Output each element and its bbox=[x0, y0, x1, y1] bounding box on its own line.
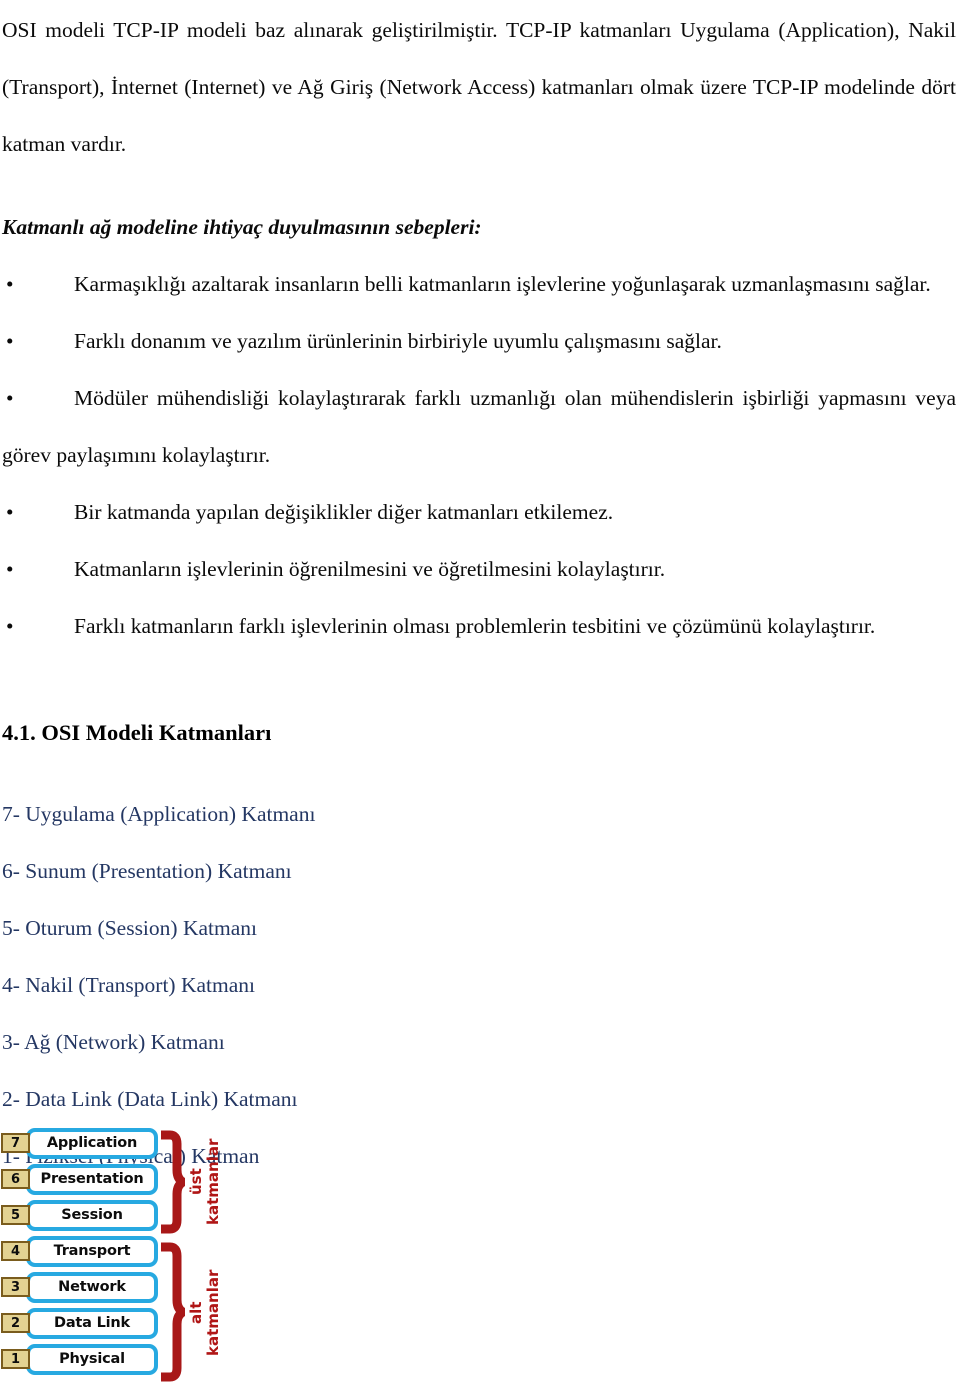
osi-layer-number: 6 bbox=[10, 1171, 21, 1187]
osi-layer-name: Network bbox=[58, 1279, 126, 1296]
osi-layer-bar: Transport bbox=[26, 1236, 158, 1267]
osi-layer-row-6: Presentation 6 bbox=[1, 1164, 158, 1195]
layer-list-item: 4- Nakil (Transport) Katmanı bbox=[2, 973, 255, 997]
list-item-label: Mödüler mühendisliği kolaylaştırarak far… bbox=[2, 386, 956, 467]
reasons-bullet-list: • Karmaşıklığı azaltarak insanların bell… bbox=[2, 256, 956, 655]
osi-layer-text-list: 7- Uygulama (Application) Katmanı 6- Sun… bbox=[2, 753, 956, 1185]
layer-list-item: 3- Ağ (Network) Katmanı bbox=[2, 1030, 225, 1054]
osi-layer-bar: Application bbox=[26, 1128, 158, 1159]
subheading-reasons: Katmanlı ağ modeline ihtiyaç duyulmasını… bbox=[2, 215, 482, 239]
list-item-label: Bir katmanda yapılan değişiklikler diğer… bbox=[74, 500, 614, 524]
osi-layer-number: 3 bbox=[10, 1279, 21, 1295]
layer-list-item: 6- Sunum (Presentation) Katmanı bbox=[2, 859, 292, 883]
bullet-icon: • bbox=[6, 500, 14, 524]
bullet-icon: • bbox=[6, 557, 14, 581]
osi-layer-bar: Physical bbox=[26, 1344, 158, 1375]
osi-layer-bar: Presentation bbox=[26, 1164, 158, 1195]
paragraph-intro: OSI modeli TCP-IP modeli baz alınarak ge… bbox=[2, 18, 956, 156]
osi-layer-number-box: 7 bbox=[1, 1133, 30, 1153]
document-page: OSI modeli TCP-IP modeli baz alınarak ge… bbox=[0, 0, 960, 1387]
list-item: • Bir katmanda yapılan değişiklikler diğ… bbox=[2, 484, 956, 541]
bullet-icon: • bbox=[6, 614, 14, 638]
layer-list-item: 7- Uygulama (Application) Katmanı bbox=[2, 802, 316, 826]
bullet-icon: • bbox=[6, 329, 14, 353]
upper-layers-group-label: üst katmanlar bbox=[187, 1138, 222, 1226]
osi-layer-stack-diagram: Application 7 Presentation 6 Session 5 T… bbox=[0, 1126, 260, 1387]
layer-list-item: 2- Data Link (Data Link) Katmanı bbox=[2, 1087, 298, 1111]
osi-layer-number-box: 3 bbox=[1, 1277, 30, 1297]
list-item: • Mödüler mühendisliği kolaylaştırarak f… bbox=[2, 370, 956, 484]
layer-list-item: 5- Oturum (Session) Katmanı bbox=[2, 916, 257, 940]
osi-layer-number: 1 bbox=[10, 1351, 21, 1367]
osi-layer-number: 2 bbox=[10, 1315, 21, 1331]
osi-layer-name: Physical bbox=[59, 1351, 125, 1368]
list-item-label: Karmaşıklığı azaltarak insanların belli … bbox=[74, 272, 931, 296]
osi-layer-name: Data Link bbox=[54, 1315, 130, 1332]
osi-layer-number-box: 4 bbox=[1, 1241, 30, 1261]
bullet-icon: • bbox=[6, 272, 14, 296]
list-item: • Farklı donanım ve yazılım ürünlerinin … bbox=[2, 313, 956, 370]
osi-layer-number-box: 5 bbox=[1, 1205, 30, 1225]
osi-layer-bar: Data Link bbox=[26, 1308, 158, 1339]
list-item: • Karmaşıklığı azaltarak insanların bell… bbox=[2, 256, 956, 313]
lower-layers-brace-icon bbox=[158, 1242, 185, 1382]
osi-layer-row-7: Application 7 bbox=[1, 1128, 158, 1159]
lower-layers-group-label: alt katmanlar bbox=[187, 1269, 222, 1357]
osi-layer-name: Application bbox=[46, 1135, 138, 1152]
osi-layer-number-box: 6 bbox=[1, 1169, 30, 1189]
list-item: • Farklı katmanların farklı işlevlerinin… bbox=[2, 598, 956, 655]
list-item-label: Farklı donanım ve yazılım ürünlerinin bi… bbox=[74, 329, 722, 353]
list-item-label: Farklı katmanların farklı işlevlerinin o… bbox=[74, 614, 876, 638]
section-heading-osi-layers: 4.1. OSI Modeli Katmanları bbox=[2, 720, 272, 745]
osi-layer-number-box: 1 bbox=[1, 1349, 30, 1369]
osi-layer-number: 5 bbox=[10, 1207, 21, 1223]
osi-layer-number: 4 bbox=[10, 1243, 21, 1259]
list-item-label: Katmanların işlevlerinin öğrenilmesini v… bbox=[74, 557, 666, 581]
osi-layer-bar: Network bbox=[26, 1272, 158, 1303]
osi-layer-row-3: Network 3 bbox=[1, 1272, 158, 1303]
osi-layer-row-2: Data Link 2 bbox=[1, 1308, 158, 1339]
osi-layer-row-4: Transport 4 bbox=[1, 1236, 158, 1267]
osi-layer-name: Session bbox=[61, 1207, 123, 1224]
osi-layer-name: Transport bbox=[53, 1243, 131, 1260]
osi-stack: Application 7 Presentation 6 Session 5 T… bbox=[1, 1128, 158, 1380]
osi-layer-number: 7 bbox=[10, 1135, 21, 1151]
osi-layer-name: Presentation bbox=[40, 1171, 144, 1188]
osi-layer-row-1: Physical 1 bbox=[1, 1344, 158, 1375]
osi-layer-bar: Session bbox=[26, 1200, 158, 1231]
bullet-icon: • bbox=[6, 386, 14, 410]
list-item: • Katmanların işlevlerinin öğrenilmesini… bbox=[2, 541, 956, 598]
upper-layers-brace-icon bbox=[158, 1130, 185, 1234]
osi-layer-number-box: 2 bbox=[1, 1313, 30, 1333]
osi-layer-row-5: Session 5 bbox=[1, 1200, 158, 1231]
